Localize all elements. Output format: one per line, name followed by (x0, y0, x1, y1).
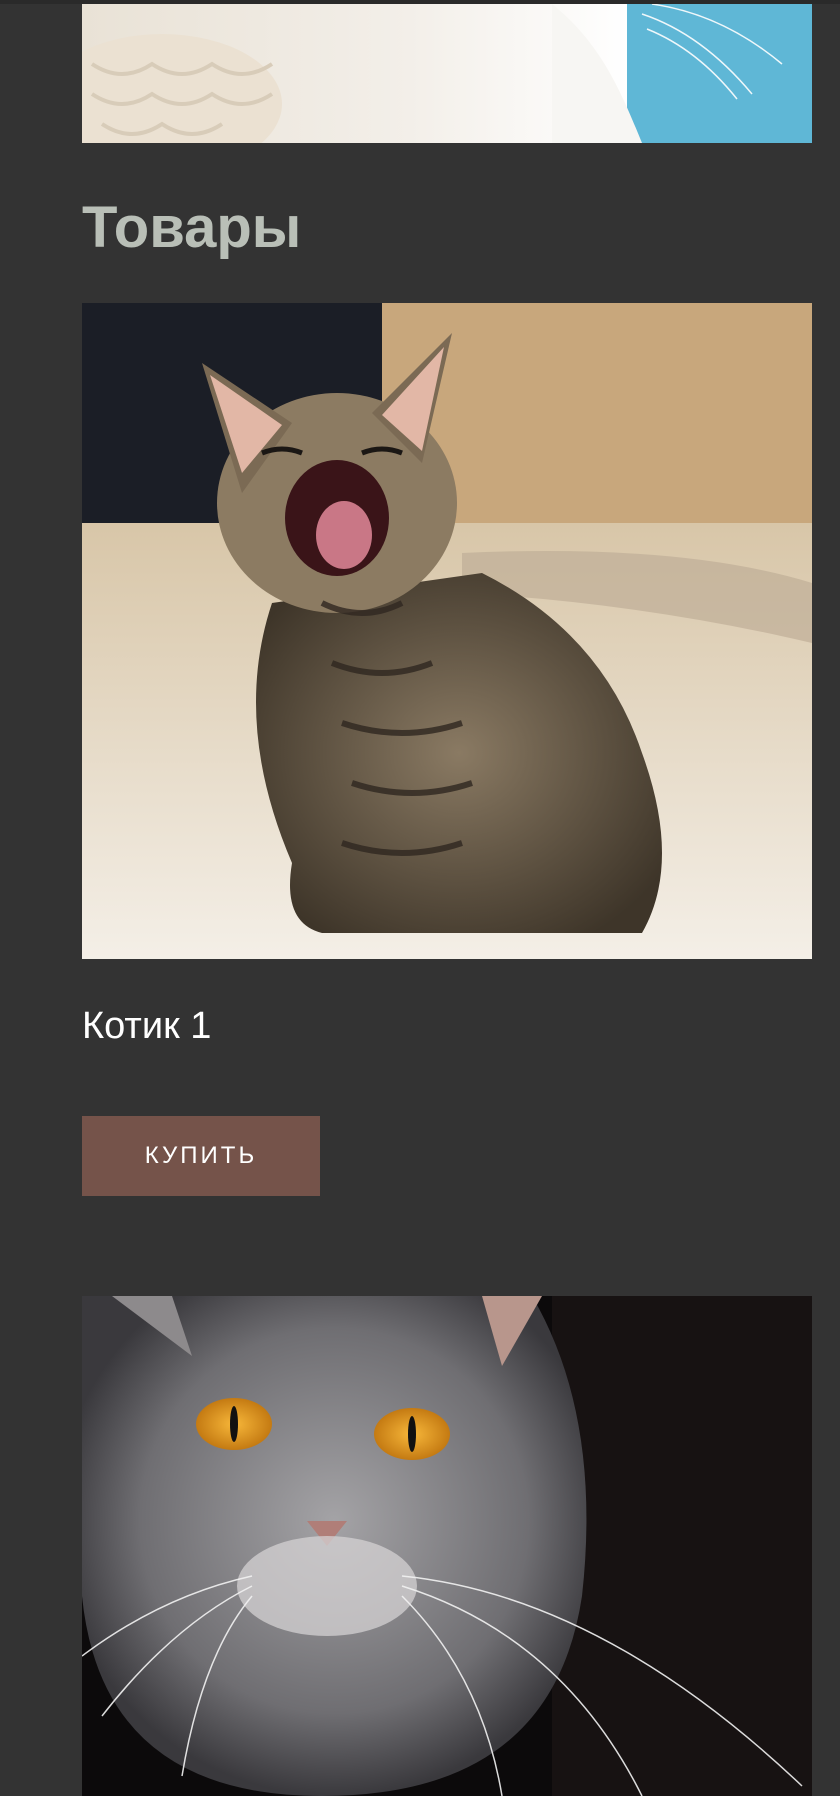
product-image-yawning-kitten[interactable] (82, 303, 812, 959)
hero-image-white-cat (82, 4, 812, 143)
buy-button[interactable]: Купить (82, 1116, 320, 1196)
product-image-grey-cat[interactable] (82, 1296, 812, 1796)
product-title: Котик 1 (82, 1005, 212, 1047)
products-heading: Товары (82, 195, 302, 260)
